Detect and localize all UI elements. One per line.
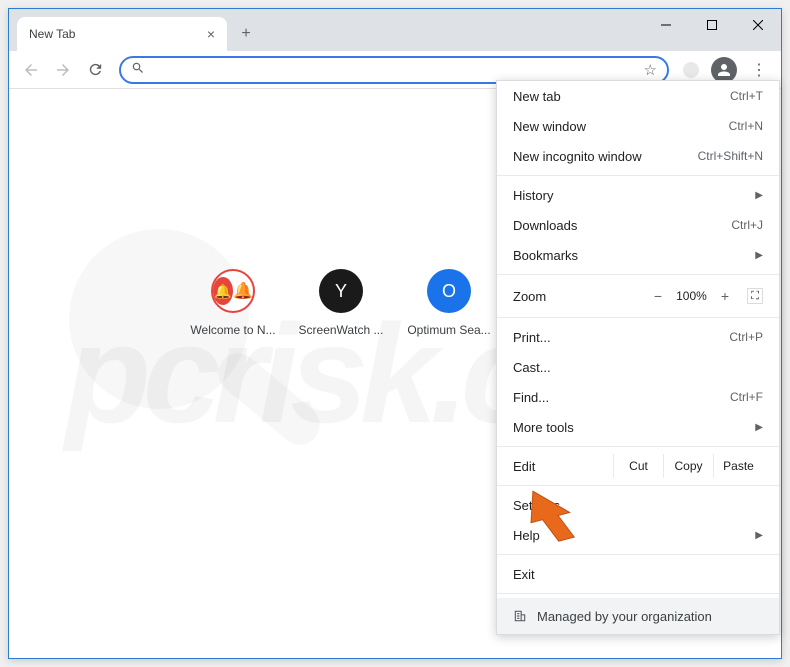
menu-separator bbox=[497, 554, 779, 555]
menu-find[interactable]: Find... Ctrl+F bbox=[497, 382, 779, 412]
menu-shortcut: Ctrl+T bbox=[730, 89, 763, 103]
reload-button[interactable] bbox=[81, 56, 109, 84]
menu-shortcut: Ctrl+P bbox=[729, 330, 763, 344]
menu-label: Help bbox=[513, 528, 540, 543]
minimize-button[interactable] bbox=[643, 9, 689, 41]
menu-label: New incognito window bbox=[513, 149, 642, 164]
menu-managed-by-org[interactable]: Managed by your organization bbox=[497, 598, 779, 634]
menu-label: Zoom bbox=[513, 289, 546, 304]
menu-separator bbox=[497, 593, 779, 594]
menu-downloads[interactable]: Downloads Ctrl+J bbox=[497, 210, 779, 240]
zoom-in-button[interactable]: + bbox=[721, 288, 729, 304]
menu-label: Managed by your organization bbox=[537, 609, 712, 624]
menu-exit[interactable]: Exit bbox=[497, 559, 779, 589]
shortcut-icon: Y bbox=[319, 269, 363, 313]
menu-separator bbox=[497, 446, 779, 447]
menu-new-window[interactable]: New window Ctrl+N bbox=[497, 111, 779, 141]
chevron-right-icon: ▶ bbox=[755, 250, 763, 261]
search-icon bbox=[131, 61, 145, 78]
chevron-right-icon: ▶ bbox=[755, 422, 763, 433]
window-controls bbox=[643, 9, 781, 41]
shortcut-item[interactable]: 🔔 Welcome to N... bbox=[188, 269, 278, 337]
profile-avatar[interactable] bbox=[711, 57, 737, 83]
shortcut-label: ScreenWatch ... bbox=[296, 323, 386, 337]
menu-shortcut: Ctrl+Shift+N bbox=[698, 149, 763, 163]
browser-tab[interactable]: New Tab × bbox=[17, 17, 227, 51]
menu-label: Downloads bbox=[513, 218, 577, 233]
menu-label: Exit bbox=[513, 567, 535, 582]
forward-button[interactable] bbox=[49, 56, 77, 84]
menu-bookmarks[interactable]: Bookmarks ▶ bbox=[497, 240, 779, 270]
extension-icon[interactable] bbox=[683, 62, 699, 78]
paste-button[interactable]: Paste bbox=[713, 454, 763, 478]
tab-title: New Tab bbox=[29, 27, 75, 41]
shortcut-label: Welcome to N... bbox=[188, 323, 278, 337]
maximize-button[interactable] bbox=[689, 9, 735, 41]
menu-separator bbox=[497, 317, 779, 318]
copy-button[interactable]: Copy bbox=[663, 454, 713, 478]
menu-label: Print... bbox=[513, 330, 551, 345]
cut-button[interactable]: Cut bbox=[613, 454, 663, 478]
menu-label: Find... bbox=[513, 390, 549, 405]
menu-zoom: Zoom − 100% + ⛶ bbox=[497, 279, 779, 313]
chevron-right-icon: ▶ bbox=[755, 190, 763, 201]
back-button[interactable] bbox=[17, 56, 45, 84]
shortcut-item[interactable]: Y ScreenWatch ... bbox=[296, 269, 386, 337]
menu-label: New tab bbox=[513, 89, 561, 104]
menu-settings[interactable]: Settings bbox=[497, 490, 779, 520]
menu-shortcut: Ctrl+F bbox=[730, 390, 763, 404]
menu-label: New window bbox=[513, 119, 586, 134]
close-window-button[interactable] bbox=[735, 9, 781, 41]
menu-label: Bookmarks bbox=[513, 248, 578, 263]
shortcut-icon: 🔔 bbox=[211, 269, 255, 313]
menu-label: Edit bbox=[513, 459, 535, 474]
shortcut-label: Optimum Sea... bbox=[404, 323, 494, 337]
menu-separator bbox=[497, 175, 779, 176]
building-icon bbox=[513, 609, 527, 623]
menu-label: More tools bbox=[513, 420, 574, 435]
menu-shortcut: Ctrl+N bbox=[729, 119, 763, 133]
menu-history[interactable]: History ▶ bbox=[497, 180, 779, 210]
zoom-value: 100% bbox=[676, 289, 707, 303]
watermark bbox=[210, 345, 328, 453]
fullscreen-button[interactable]: ⛶ bbox=[747, 288, 763, 304]
menu-cast[interactable]: Cast... bbox=[497, 352, 779, 382]
shortcut-icon: O bbox=[427, 269, 471, 313]
menu-separator bbox=[497, 274, 779, 275]
shortcut-item[interactable]: O Optimum Sea... bbox=[404, 269, 494, 337]
title-bar: New Tab × + bbox=[9, 9, 781, 51]
zoom-out-button[interactable]: − bbox=[654, 288, 662, 304]
new-tab-button[interactable]: + bbox=[235, 23, 257, 45]
menu-edit: Edit Cut Copy Paste bbox=[497, 451, 779, 481]
chrome-menu: New tab Ctrl+T New window Ctrl+N New inc… bbox=[496, 80, 780, 635]
close-tab-icon[interactable]: × bbox=[207, 26, 215, 42]
menu-shortcut: Ctrl+J bbox=[731, 218, 763, 232]
menu-new-incognito[interactable]: New incognito window Ctrl+Shift+N bbox=[497, 141, 779, 171]
menu-label: Settings bbox=[513, 498, 560, 513]
menu-new-tab[interactable]: New tab Ctrl+T bbox=[497, 81, 779, 111]
bookmark-star-icon[interactable]: ☆ bbox=[644, 61, 657, 79]
menu-separator bbox=[497, 485, 779, 486]
menu-print[interactable]: Print... Ctrl+P bbox=[497, 322, 779, 352]
menu-more-tools[interactable]: More tools ▶ bbox=[497, 412, 779, 442]
chevron-right-icon: ▶ bbox=[755, 530, 763, 541]
menu-label: Cast... bbox=[513, 360, 551, 375]
menu-label: History bbox=[513, 188, 553, 203]
menu-help[interactable]: Help ▶ bbox=[497, 520, 779, 550]
